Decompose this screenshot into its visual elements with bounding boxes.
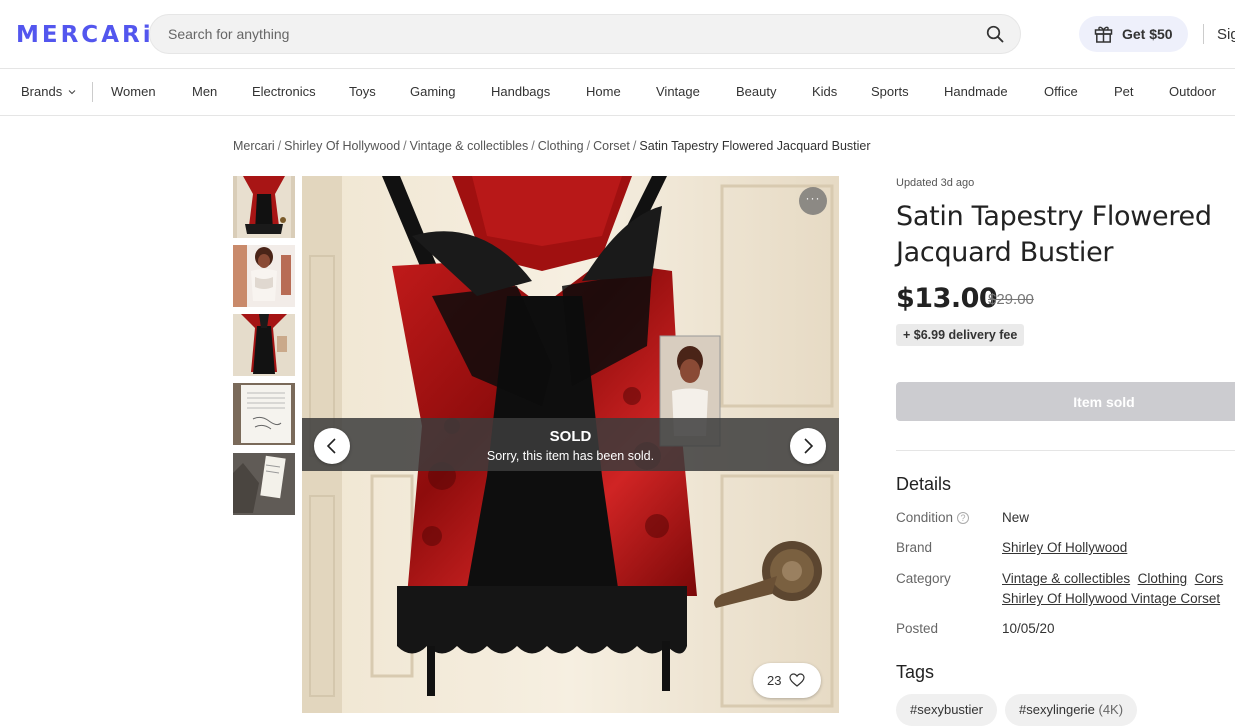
breadcrumb-link-vintage[interactable]: Vintage & collectibles <box>410 139 529 153</box>
thumbnail-3[interactable] <box>233 314 295 376</box>
category-toys[interactable]: Toys <box>349 84 376 99</box>
thumbnail-1[interactable] <box>233 176 295 238</box>
breadcrumb-link-clothing[interactable]: Clothing <box>538 139 584 153</box>
sold-banner: SOLD Sorry, this item has been sold. <box>302 418 839 471</box>
next-image-button[interactable] <box>790 428 826 464</box>
category-label: Brands <box>21 84 63 99</box>
tags-heading: Tags <box>896 662 935 682</box>
category-men[interactable]: Men <box>192 84 217 99</box>
tag-chip[interactable]: #sexylingerie (4K) <box>1005 694 1138 726</box>
item-price: $13.00 <box>896 283 998 314</box>
category-vintage[interactable]: Vintage <box>656 84 700 99</box>
search-input[interactable] <box>168 24 948 44</box>
site-header: MERCARi Get $50 Sig <box>0 0 1235 69</box>
posted-value: 10/05/20 <box>1002 621 1055 636</box>
category-beauty[interactable]: Beauty <box>736 84 776 99</box>
category-women[interactable]: Women <box>111 84 156 99</box>
category-office[interactable]: Office <box>1044 84 1078 99</box>
condition-label-text: Condition <box>896 510 954 525</box>
tag-label: #sexybustier <box>910 702 983 717</box>
delivery-fee-badge: + $6.99 delivery fee <box>896 324 1025 346</box>
item-title: Satin Tapestry Flowered Jacquard Bustier <box>896 201 1212 268</box>
more-options-button[interactable]: ··· <box>799 187 827 215</box>
category-gaming[interactable]: Gaming <box>410 84 456 99</box>
chevron-left-icon <box>326 438 336 454</box>
updated-time: Updated 3d ago <box>896 177 975 189</box>
posted-label: Posted <box>896 621 939 636</box>
category-brands[interactable]: Brands <box>21 84 76 99</box>
item-sold-button[interactable]: Item sold <box>896 382 1235 421</box>
sold-title: SOLD <box>549 428 592 445</box>
category-pet[interactable]: Pet <box>1114 84 1134 99</box>
thumbnail-image <box>233 453 295 515</box>
gift-icon <box>1094 26 1113 43</box>
breadcrumb-link-corset[interactable]: Corset <box>593 139 630 153</box>
category-label: Category <box>896 571 951 586</box>
brand-link[interactable]: Shirley Of Hollywood <box>1002 540 1127 555</box>
tag-count: (4K) <box>1098 702 1124 717</box>
category-handmade[interactable]: Handmade <box>944 84 1008 99</box>
search-bar[interactable] <box>149 14 1021 54</box>
breadcrumb-current: Satin Tapestry Flowered Jacquard Bustier <box>639 139 871 153</box>
tag-chip[interactable]: #sexybustier <box>896 694 997 726</box>
category-kids[interactable]: Kids <box>812 84 837 99</box>
section-divider <box>896 450 1235 451</box>
search-icon[interactable] <box>986 25 1004 43</box>
chevron-right-icon <box>804 438 814 454</box>
condition-label: Condition? <box>896 510 970 525</box>
thumbnail-4[interactable] <box>233 383 295 445</box>
category-electronics[interactable]: Electronics <box>252 84 316 99</box>
thumbnail-5[interactable] <box>233 453 295 515</box>
category-link-vintage[interactable]: Vintage & collectibles <box>1002 571 1130 586</box>
info-icon[interactable]: ? <box>957 512 970 524</box>
brand-label: Brand <box>896 540 933 555</box>
thumbnail-image <box>233 314 295 376</box>
item-sold-label: Item sold <box>1073 394 1135 410</box>
thumbnail-image <box>233 176 295 238</box>
thumbnail-image <box>233 245 295 307</box>
header-divider <box>1203 24 1204 44</box>
sold-subtitle: Sorry, this item has been sold. <box>486 449 655 463</box>
condition-value: New <box>1002 510 1030 525</box>
category-value-line2: Shirley Of Hollywood Vintage Corset <box>1002 591 1220 606</box>
category-sports[interactable]: Sports <box>871 84 909 99</box>
category-link-clothing[interactable]: Clothing <box>1138 571 1188 586</box>
brand-value: Shirley Of Hollywood <box>1002 540 1127 555</box>
get-50-label: Get $50 <box>1122 26 1173 42</box>
chevron-down-icon <box>68 90 76 95</box>
category-handbags[interactable]: Handbags <box>491 84 550 99</box>
main-product-image: ··· SOLD Sorry, this item has been sold.… <box>302 176 839 713</box>
breadcrumb-link-mercari[interactable]: Mercari <box>233 139 275 153</box>
prev-image-button[interactable] <box>314 428 350 464</box>
category-value: Vintage & collectibles Clothing Cors <box>1002 571 1223 586</box>
mercari-logo[interactable]: MERCARi <box>16 22 154 48</box>
get-50-button[interactable]: Get $50 <box>1079 16 1188 52</box>
like-count: 23 <box>767 673 782 688</box>
thumbnail-2[interactable] <box>233 245 295 307</box>
thumbnail-image <box>233 383 295 445</box>
sign-in-link[interactable]: Sig <box>1217 26 1235 43</box>
category-link-brand-corset[interactable]: Shirley Of Hollywood Vintage Corset <box>1002 591 1220 606</box>
category-divider <box>92 82 93 102</box>
category-outdoor[interactable]: Outdoor <box>1169 84 1216 99</box>
like-button[interactable]: 23 <box>753 663 821 698</box>
tag-label: #sexylingerie <box>1019 702 1095 717</box>
details-heading: Details <box>896 474 952 494</box>
category-home[interactable]: Home <box>586 84 621 99</box>
original-price: $29.00 <box>988 291 1034 308</box>
category-link-corset[interactable]: Cors <box>1195 571 1224 586</box>
breadcrumb: Mercari / Shirley Of Hollywood / Vintage & c… <box>233 139 871 153</box>
heart-icon <box>789 673 805 687</box>
category-nav: Brands Women Men Electronics Toys Gaming… <box>0 69 1235 116</box>
breadcrumb-link-brand[interactable]: Shirley Of Hollywood <box>284 139 400 153</box>
